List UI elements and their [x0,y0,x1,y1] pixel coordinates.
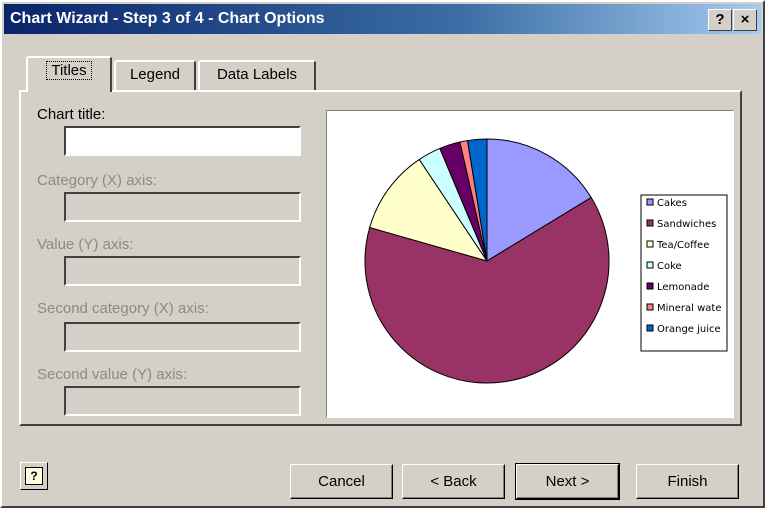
legend-swatch [646,198,654,206]
legend-swatch [646,324,654,332]
second-value-y-axis-input[interactable] [64,386,301,416]
legend-swatch [646,219,654,227]
legend-swatch [646,282,654,290]
tab-data-labels[interactable]: Data Labels [198,60,316,90]
title-bar: Chart Wizard - Step 3 of 4 - Chart Optio… [4,4,761,34]
legend-label: Mineral wate [657,303,721,314]
legend-label: Orange juice [657,324,721,335]
tab-legend-label: Legend [129,66,181,83]
legend-swatch [646,261,654,269]
close-button[interactable]: × [733,9,757,31]
tab-titles-label: Titles [46,61,92,80]
category-x-axis-input[interactable] [64,192,301,222]
back-button[interactable]: < Back [402,464,505,499]
second-value-y-axis-label: Second value (Y) axis: [37,366,188,383]
value-y-axis-label: Value (Y) axis: [37,236,134,253]
chart-preview: Cakes Sandwiches Tea/Coffee Coke Lemonade Min… [326,110,734,418]
window-title: Chart Wizard - Step 3 of 4 - Chart Optio… [10,10,325,27]
help-button[interactable]: ? [20,462,48,490]
legend-label: Cakes [657,198,687,209]
tab-legend[interactable]: Legend [114,60,196,90]
tab-data-labels-label: Data Labels [216,66,298,83]
value-y-axis-input[interactable] [64,256,301,286]
second-category-x-axis-input[interactable] [64,322,301,352]
pie-chart: Cakes Sandwiches Tea/Coffee Coke Lemonade Min… [364,138,728,384]
legend-label: Sandwiches [657,219,716,230]
legend-label: Tea/Coffee [656,240,709,251]
finish-button[interactable]: Finish [636,464,739,499]
legend-label: Coke [657,261,682,272]
help-icon: ? [25,467,43,485]
legend-swatch [646,303,654,311]
legend-swatch [646,240,654,248]
cancel-button[interactable]: Cancel [290,464,393,499]
category-x-axis-label: Category (X) axis: [37,172,158,189]
help-title-button[interactable]: ? [708,9,732,31]
chart-title-input[interactable] [64,126,301,156]
chart-title-label: Chart title: [37,106,106,123]
second-category-x-axis-label: Second category (X) axis: [37,300,209,317]
legend-label: Lemonade [657,282,709,293]
tab-titles[interactable]: Titles [26,56,112,92]
next-button[interactable]: Next > [515,463,620,500]
